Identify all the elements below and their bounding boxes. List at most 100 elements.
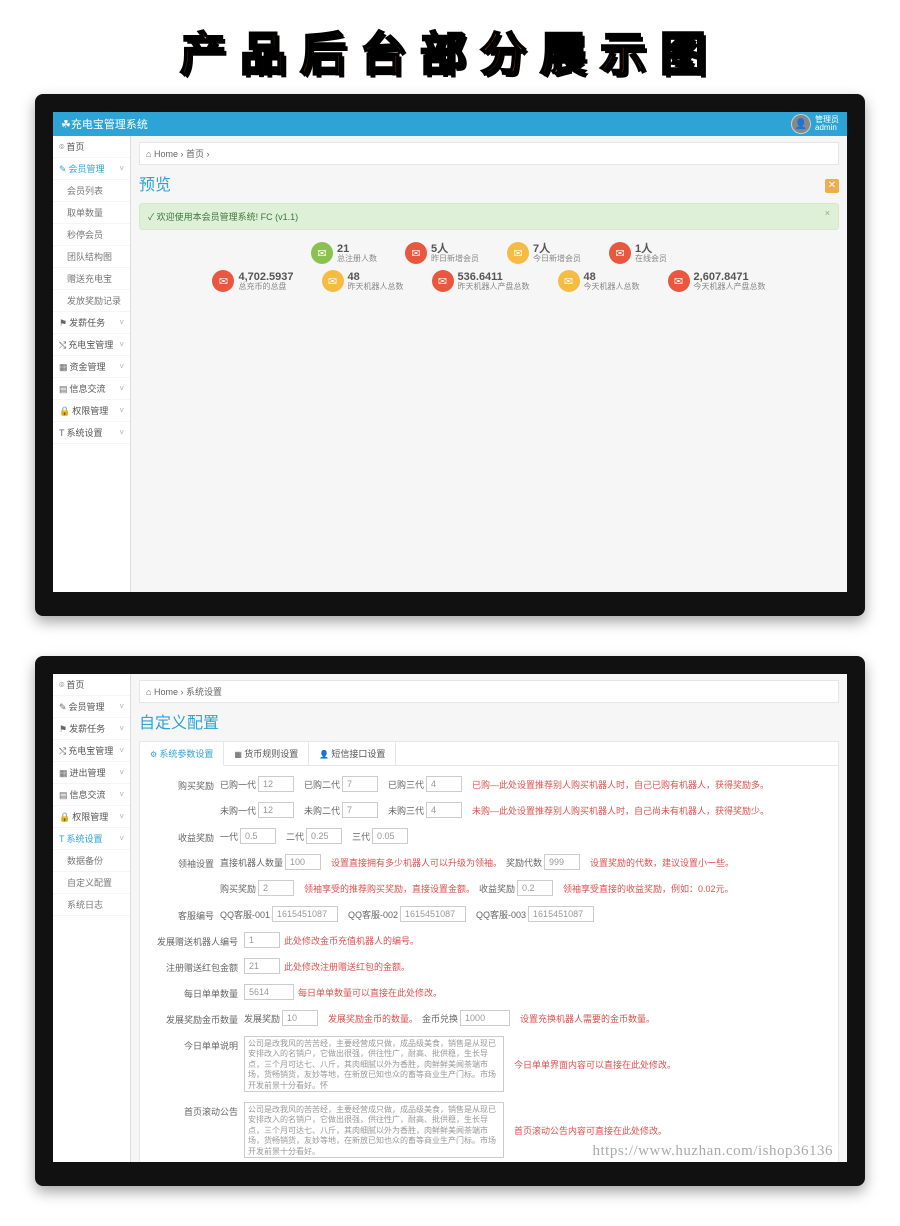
input-reg-red[interactable] — [244, 958, 280, 974]
sidebar-sub-2[interactable]: 秒停会员 — [53, 224, 130, 246]
input-qq-2[interactable] — [400, 906, 466, 922]
sidebar-item-perm[interactable]: 🔒权限管理˅ — [53, 400, 130, 422]
stat-card: ✉ 5人昨日新增会员 — [405, 242, 479, 264]
input-leader-count[interactable] — [285, 854, 321, 870]
tab-params[interactable]: ⚙ 系统参数设置 — [140, 742, 224, 766]
sidebar-sub-5[interactable]: 发放奖励记录 — [53, 290, 130, 312]
stat-card: ✉48昨天机器人总数 — [322, 270, 404, 292]
stat-icon: ✉ — [405, 242, 427, 264]
close-button[interactable]: ✕ — [825, 179, 839, 193]
stat-value: 5人 — [431, 243, 479, 255]
input-bought-1[interactable] — [258, 776, 294, 792]
chevron-down-icon: ˅ — [119, 362, 124, 371]
sidebar-sub-log[interactable]: 系统日志 — [53, 894, 130, 916]
sidebar-sub-0[interactable]: 会员列表 — [53, 180, 130, 202]
input-unbought-3[interactable] — [426, 802, 462, 818]
config-panel: ⚙ 系统参数设置 ▦ 货币规则设置 👤 短信接口设置 购买奖励 已购一代 已购二… — [139, 741, 839, 1162]
sidebar-sub-config[interactable]: 自定义配置 — [53, 872, 130, 894]
monitor-2: ⌾首页 ✎会员管理˅ ⚑发薪任务˅ ⤭充电宝管理˅ ▦进出管理˅ ▤信息交流˅ … — [35, 656, 865, 1186]
chevron-down-icon: ˅ — [119, 384, 124, 393]
sidebar-item-chat[interactable]: ▤信息交流˅ — [53, 784, 130, 806]
stat-value: 2,607.8471 — [694, 271, 766, 283]
user-menu[interactable]: 👤 管理员admin — [791, 114, 839, 134]
input-unbought-1[interactable] — [258, 802, 294, 818]
row-daily-note: 今日单单说明 今日单单界面内容可以直接在此处修改。 — [154, 1036, 824, 1092]
input-dev-reward[interactable] — [282, 1010, 318, 1026]
sidebar-sub-backup[interactable]: 数据备份 — [53, 850, 130, 872]
tab-sms[interactable]: 👤 短信接口设置 — [309, 742, 396, 765]
sidebar-item-home[interactable]: ⌾首页 — [53, 136, 130, 158]
sidebar-item-funds[interactable]: ▦资金管理˅ — [53, 356, 130, 378]
sidebar-item-charger[interactable]: ⤭充电宝管理˅ — [53, 334, 130, 356]
chevron-down-icon: ˅ — [119, 702, 124, 711]
input-qq-3[interactable] — [528, 906, 594, 922]
textarea-home-notice[interactable] — [244, 1102, 504, 1158]
stat-value: 1人 — [635, 243, 667, 255]
input-qq-1[interactable] — [272, 906, 338, 922]
random-icon: ⤭ — [59, 746, 66, 756]
news-icon: ▤ — [59, 384, 68, 394]
input-leader-buy[interactable] — [258, 880, 294, 896]
stat-icon: ✉ — [322, 270, 344, 292]
sidebar-sub-1[interactable]: 取单数量 — [53, 202, 130, 224]
flag-icon: ⚑ — [59, 318, 67, 328]
chevron-down-icon: ˅ — [119, 318, 124, 327]
row-income: 收益奖励 一代 二代 三代 — [154, 828, 824, 844]
sidebar-item-home[interactable]: ⌾首页 — [53, 674, 130, 696]
sidebar-item-task[interactable]: ⚑发薪任务˅ — [53, 718, 130, 740]
input-daily-qty[interactable] — [244, 984, 294, 1000]
gauge-icon: ⌾ — [59, 680, 64, 690]
textarea-daily-note[interactable] — [244, 1036, 504, 1092]
welcome-alert: ✓ 欢迎使用本会员管理系统! FC (v1.1)× — [139, 203, 839, 230]
stat-label: 总充币的总盘 — [238, 283, 293, 292]
topbar: ☘ 充电宝管理系统 👤 管理员admin — [53, 112, 847, 136]
stat-card: ✉1人在线会员 — [609, 242, 667, 264]
input-leader-inc[interactable] — [517, 880, 553, 896]
stats-panel: ✉21总注册人数✉5人昨日新增会员✉7人今日新增会员✉1人在线会员 ✉4,702… — [139, 240, 839, 294]
main-content: ⌂ Home › 首页 › 预览 ✕ ✓ 欢迎使用本会员管理系统! FC (v1… — [131, 136, 847, 592]
input-gift-robot[interactable] — [244, 932, 280, 948]
tab-currency[interactable]: ▦ 货币规则设置 — [224, 742, 309, 765]
alert-close-icon[interactable]: × — [825, 208, 830, 218]
stat-value: 48 — [584, 271, 640, 283]
input-coin-exchange[interactable] — [460, 1010, 510, 1026]
tabs: ⚙ 系统参数设置 ▦ 货币规则设置 👤 短信接口设置 — [140, 742, 838, 766]
watermark: https://www.huzhan.com/ishop36136 — [592, 1143, 833, 1160]
input-bought-2[interactable] — [342, 776, 378, 792]
sidebar-item-charger[interactable]: ⤭充电宝管理˅ — [53, 740, 130, 762]
stat-label: 昨天机器人总数 — [348, 283, 404, 292]
stat-icon: ✉ — [432, 270, 454, 292]
chevron-down-icon: ˅ — [119, 790, 124, 799]
avatar: 👤 — [791, 114, 811, 134]
sidebar-sub-4[interactable]: 赠送充电宝 — [53, 268, 130, 290]
chevron-down-icon: ˅ — [119, 428, 124, 437]
sidebar-item-member[interactable]: ✎会员管理˅ — [53, 696, 130, 718]
sidebar-item-chat[interactable]: ▤信息交流˅ — [53, 378, 130, 400]
check-icon: ✓ — [148, 212, 154, 222]
sidebar-item-sys[interactable]: T系统设置˅ — [53, 422, 130, 444]
page-banner: 产品后台部分展示图 — [0, 0, 900, 94]
chevron-down-icon: ˅ — [119, 164, 124, 173]
stat-card: ✉7人今日新增会员 — [507, 242, 581, 264]
stat-label: 昨日新增会员 — [431, 255, 479, 264]
flag-icon: ⚑ — [59, 724, 67, 734]
input-inc-2[interactable] — [306, 828, 342, 844]
sidebar-item-perm[interactable]: 🔒权限管理˅ — [53, 806, 130, 828]
sidebar-item-member[interactable]: ✎会员管理˅ — [53, 158, 130, 180]
sidebar-item-inout[interactable]: ▦进出管理˅ — [53, 762, 130, 784]
input-unbought-2[interactable] — [342, 802, 378, 818]
input-inc-3[interactable] — [372, 828, 408, 844]
input-bought-3[interactable] — [426, 776, 462, 792]
row-leader-1: 领袖设置 直接机器人数量 设置直接拥有多少机器人可以升级为领袖。 奖励代数 设置… — [154, 854, 824, 870]
news-icon: ▤ — [59, 790, 68, 800]
sidebar-sub-3[interactable]: 团队结构图 — [53, 246, 130, 268]
stat-card: ✉21总注册人数 — [311, 242, 377, 264]
row-leader-2: 购买奖励 领袖享受的推荐购买奖励，直接设置金额。 收益奖励 领袖享受直接的收益奖… — [154, 880, 824, 896]
grid-icon: ▦ — [234, 750, 244, 759]
sidebar-item-sys[interactable]: T系统设置˅ — [53, 828, 130, 850]
app-title: 充电宝管理系统 — [71, 116, 791, 132]
input-inc-1[interactable] — [240, 828, 276, 844]
input-leader-gen[interactable] — [544, 854, 580, 870]
chevron-down-icon: ˅ — [119, 724, 124, 733]
sidebar-item-task[interactable]: ⚑发薪任务˅ — [53, 312, 130, 334]
